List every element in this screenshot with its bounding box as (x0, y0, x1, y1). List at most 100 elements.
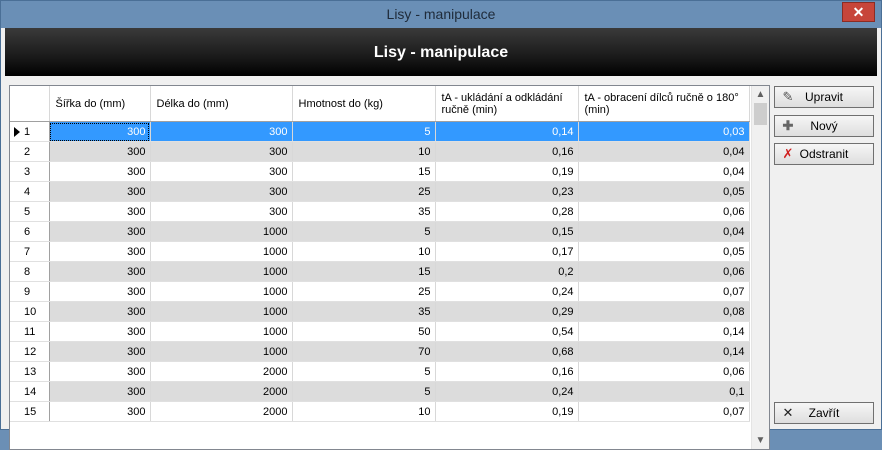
row-number[interactable]: 8 (10, 261, 50, 282)
table-cell[interactable]: 0,06 (578, 201, 750, 222)
table-cell[interactable]: 1000 (150, 261, 293, 282)
table-row[interactable]: 3 300 300 15 0,19 0,04 (10, 161, 750, 182)
table-cell[interactable]: 0,24 (435, 381, 579, 402)
row-number[interactable]: 1 (10, 121, 50, 142)
table-row[interactable]: 8 300 1000 15 0,2 0,06 (10, 261, 750, 282)
window-close-button[interactable]: ✕ (842, 2, 875, 22)
table-cell[interactable]: 0,14 (435, 121, 579, 142)
table-cell[interactable]: 0,04 (578, 221, 750, 242)
table-cell[interactable]: 0,68 (435, 341, 579, 362)
table-cell[interactable]: 0,06 (578, 361, 750, 382)
table-cell[interactable]: 0,04 (578, 141, 750, 162)
table-cell[interactable]: 300 (150, 181, 293, 202)
table-cell[interactable]: 1000 (150, 241, 293, 262)
table-row[interactable]: 11 300 1000 50 0,54 0,14 (10, 321, 750, 342)
table-cell[interactable]: 300 (49, 141, 151, 162)
column-header-load-unload-time[interactable]: tA - ukládání a odkládání ručně (min) (435, 86, 579, 122)
table-cell[interactable]: 70 (292, 341, 436, 362)
column-header-length[interactable]: Délka do (mm) (150, 86, 293, 122)
column-header-weight[interactable]: Hmotnost do (kg) (292, 86, 436, 122)
table-cell[interactable]: 2000 (150, 381, 293, 402)
table-cell[interactable]: 1000 (150, 221, 293, 242)
table-row[interactable]: 9 300 1000 25 0,24 0,07 (10, 281, 750, 302)
table-cell[interactable]: 0,19 (435, 161, 579, 182)
table-cell[interactable]: 0,04 (578, 161, 750, 182)
table-cell[interactable]: 300 (49, 381, 151, 402)
table-cell[interactable]: 300 (49, 321, 151, 342)
table-cell[interactable]: 300 (49, 201, 151, 222)
table-cell[interactable]: 0,23 (435, 181, 579, 202)
table-cell[interactable]: 0,17 (435, 241, 579, 262)
table-row[interactable]: 14 300 2000 5 0,24 0,1 (10, 381, 750, 402)
row-number[interactable]: 13 (10, 361, 50, 382)
row-number[interactable]: 3 (10, 161, 50, 182)
row-number[interactable]: 11 (10, 321, 50, 342)
table-cell[interactable]: 300 (150, 161, 293, 182)
table-cell[interactable]: 300 (49, 261, 151, 282)
table-row[interactable]: 7 300 1000 10 0,17 0,05 (10, 241, 750, 262)
table-cell[interactable]: 15 (292, 261, 436, 282)
table-cell[interactable]: 300 (150, 121, 293, 142)
edit-button[interactable]: ✎ Upravit (774, 86, 874, 108)
close-button[interactable]: ✕ Zavřít (774, 402, 874, 424)
table-cell[interactable]: 0,16 (435, 361, 579, 382)
table-cell[interactable]: 1000 (150, 301, 293, 322)
scroll-down-icon[interactable]: ▼ (752, 432, 769, 449)
table-row[interactable]: 4 300 300 25 0,23 0,05 (10, 181, 750, 202)
table-cell[interactable]: 300 (150, 141, 293, 162)
table-cell[interactable]: 0,19 (435, 401, 579, 422)
scrollbar-thumb[interactable] (754, 103, 767, 125)
table-cell[interactable]: 300 (49, 121, 151, 142)
table-cell[interactable]: 0,05 (578, 181, 750, 202)
table-cell[interactable]: 10 (292, 241, 436, 262)
table-cell[interactable]: 50 (292, 321, 436, 342)
table-row[interactable]: 15 300 2000 10 0,19 0,07 (10, 401, 750, 422)
table-cell[interactable]: 5 (292, 381, 436, 402)
table-cell[interactable]: 300 (49, 161, 151, 182)
table-cell[interactable]: 5 (292, 121, 436, 142)
table-cell[interactable]: 1000 (150, 321, 293, 342)
table-cell[interactable]: 2000 (150, 401, 293, 422)
row-number[interactable]: 15 (10, 401, 50, 422)
table-cell[interactable]: 1000 (150, 341, 293, 362)
table-cell[interactable]: 5 (292, 221, 436, 242)
table-cell[interactable]: 300 (49, 301, 151, 322)
table-cell[interactable]: 0,2 (435, 261, 579, 282)
table-cell[interactable]: 0,07 (578, 401, 750, 422)
table-cell[interactable]: 300 (49, 181, 151, 202)
table-row[interactable]: 10 300 1000 35 0,29 0,08 (10, 301, 750, 322)
table-cell[interactable]: 10 (292, 141, 436, 162)
row-number[interactable]: 5 (10, 201, 50, 222)
row-number[interactable]: 7 (10, 241, 50, 262)
column-header-flip-time[interactable]: tA - obracení dílců ručně o 180° (min) (578, 86, 750, 122)
table-cell[interactable]: 10 (292, 401, 436, 422)
table-cell[interactable]: 2000 (150, 361, 293, 382)
row-number[interactable]: 9 (10, 281, 50, 302)
table-cell[interactable]: 300 (49, 221, 151, 242)
table-row[interactable]: 5 300 300 35 0,28 0,06 (10, 201, 750, 222)
table-cell[interactable]: 0,08 (578, 301, 750, 322)
vertical-scrollbar[interactable]: ▲ ▼ (751, 86, 769, 449)
table-cell[interactable]: 0,1 (578, 381, 750, 402)
row-number[interactable]: 2 (10, 141, 50, 162)
table-cell[interactable]: 0,24 (435, 281, 579, 302)
table-cell[interactable]: 300 (49, 341, 151, 362)
table-cell[interactable]: 0,14 (578, 321, 750, 342)
table-cell[interactable]: 300 (49, 361, 151, 382)
table-cell[interactable]: 0,15 (435, 221, 579, 242)
table-cell[interactable]: 15 (292, 161, 436, 182)
table-cell[interactable]: 0,06 (578, 261, 750, 282)
table-cell[interactable]: 25 (292, 281, 436, 302)
table-cell[interactable]: 25 (292, 181, 436, 202)
row-number[interactable]: 10 (10, 301, 50, 322)
table-row[interactable]: 12 300 1000 70 0,68 0,14 (10, 341, 750, 362)
data-grid[interactable]: Šířka do (mm) Délka do (mm) Hmotnost do … (9, 85, 770, 450)
table-cell[interactable]: 0,54 (435, 321, 579, 342)
scroll-up-icon[interactable]: ▲ (752, 86, 769, 103)
table-cell[interactable]: 300 (150, 201, 293, 222)
table-row[interactable]: 1 300 300 5 0,14 0,03 (10, 121, 750, 142)
table-cell[interactable]: 0,05 (578, 241, 750, 262)
new-button[interactable]: ✚ Nový (774, 115, 874, 137)
delete-button[interactable]: ✗ Odstranit (774, 143, 874, 165)
table-cell[interactable]: 35 (292, 301, 436, 322)
